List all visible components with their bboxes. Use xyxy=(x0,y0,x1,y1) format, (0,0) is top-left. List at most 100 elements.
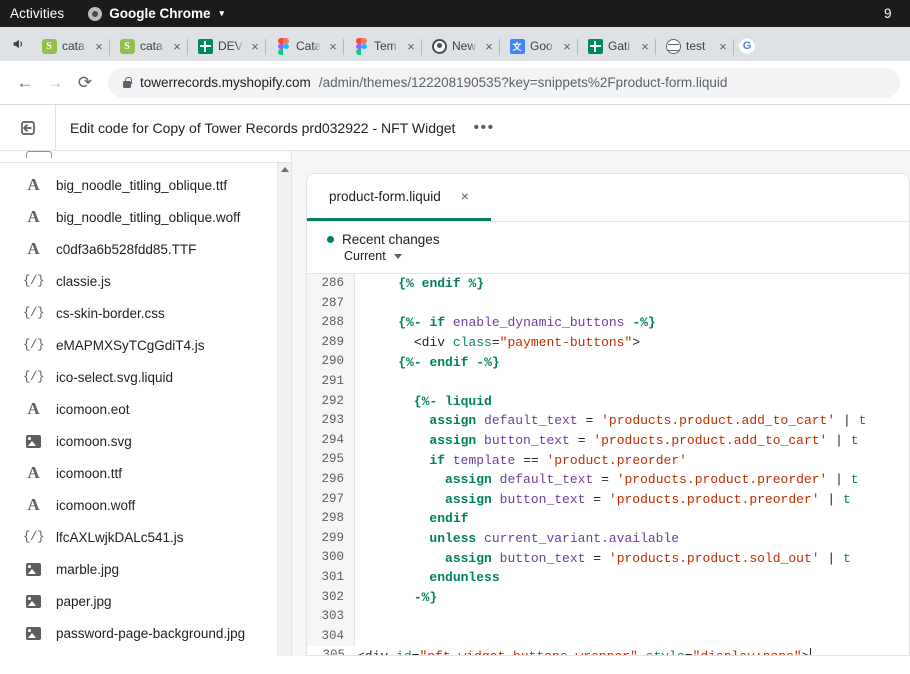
file-list-item[interactable]: {/} qikify-tmenu-data.js xyxy=(0,649,291,656)
system-clock[interactable]: 9 xyxy=(884,0,906,27)
line-number: 298 xyxy=(307,509,355,529)
image-file-icon xyxy=(24,627,43,640)
shopify-icon: S xyxy=(119,38,135,54)
file-name: eMAPMXSyTCgGdiT4.js xyxy=(56,338,205,353)
file-name: icomoon.ttf xyxy=(56,466,122,481)
file-list-item[interactable]: A icomoon.ttf xyxy=(0,457,291,489)
file-name: icomoon.woff xyxy=(56,498,135,513)
gnome-top-bar: Activities Google Chrome ▾ 9 xyxy=(0,0,910,27)
browser-tab[interactable]: Cata × xyxy=(266,31,344,61)
code-text: if template == 'product.preorder' xyxy=(355,453,687,468)
file-name: cs-skin-border.css xyxy=(56,306,165,321)
address-bar[interactable]: towerrecords.myshopify.com/admin/themes/… xyxy=(108,68,900,98)
browser-tab[interactable]: S cata × xyxy=(32,31,110,61)
scroll-up-icon[interactable] xyxy=(281,167,289,172)
file-list-item[interactable]: {/} cs-skin-border.css xyxy=(0,297,291,329)
file-list-item[interactable]: icomoon.svg xyxy=(0,425,291,457)
image-file-icon xyxy=(24,435,43,448)
code-line: 304 xyxy=(307,627,909,647)
close-icon[interactable]: × xyxy=(326,39,340,54)
close-icon[interactable]: × xyxy=(92,39,106,54)
sidebar-scrollbar[interactable] xyxy=(277,163,291,656)
close-icon[interactable]: × xyxy=(461,188,469,204)
file-list-item[interactable]: password-page-background.jpg xyxy=(0,617,291,649)
browser-tab[interactable]: DEV × xyxy=(188,31,266,61)
code-text: assign button_text = 'products.product.p… xyxy=(355,492,851,507)
reload-button[interactable]: ⟳ xyxy=(70,68,100,98)
font-file-icon: A xyxy=(24,463,43,483)
exit-to-admin-icon[interactable] xyxy=(0,105,56,151)
chrome-logo-icon xyxy=(88,7,102,21)
version-selector[interactable]: Current xyxy=(344,249,909,263)
close-icon[interactable]: × xyxy=(716,39,730,54)
close-icon[interactable]: × xyxy=(248,39,262,54)
code-text: {%- endif -%} xyxy=(355,355,500,370)
image-file-icon xyxy=(24,563,43,576)
file-list-item[interactable]: {/} eMAPMXSyTCgGdiT4.js xyxy=(0,329,291,361)
file-list-item[interactable]: paper.jpg xyxy=(0,585,291,617)
code-text: assign button_text = 'products.product.a… xyxy=(355,433,859,448)
line-number: 300 xyxy=(307,548,355,568)
browser-tab[interactable]: test × xyxy=(656,31,734,61)
code-text: endif xyxy=(355,511,468,526)
code-line: 303 xyxy=(307,607,909,627)
code-line: 301 endunless xyxy=(307,568,909,588)
browser-tab[interactable]: Gati × xyxy=(578,31,656,61)
forward-button[interactable]: → xyxy=(40,68,70,98)
close-icon[interactable]: × xyxy=(560,39,574,54)
back-button[interactable]: ← xyxy=(10,68,40,98)
ghost-icon xyxy=(431,38,447,54)
chevron-down-icon xyxy=(394,254,402,259)
admin-header: Edit code for Copy of Tower Records prd0… xyxy=(0,105,910,151)
code-line: 294 assign button_text = 'products.produ… xyxy=(307,431,909,451)
code-text: assign default_text = 'products.product.… xyxy=(355,472,859,487)
browser-tab[interactable]: S cata × xyxy=(110,31,188,61)
close-icon[interactable]: × xyxy=(170,39,184,54)
editor-tab-label: product-form.liquid xyxy=(329,189,441,204)
more-actions-button[interactable]: ••• xyxy=(473,123,494,133)
file-name: big_noodle_titling_oblique.woff xyxy=(56,210,240,225)
speaker-icon[interactable] xyxy=(4,27,32,61)
close-icon[interactable]: × xyxy=(482,39,496,54)
tab-title: Goo xyxy=(530,39,555,53)
recent-changes-row[interactable]: Recent changes xyxy=(327,232,909,247)
browser-tab-partial[interactable] xyxy=(734,31,760,61)
line-number: 286 xyxy=(307,274,355,294)
file-list-item[interactable]: {/} classie.js xyxy=(0,265,291,297)
file-list-item[interactable]: A big_noodle_titling_oblique.woff xyxy=(0,201,291,233)
file-list-item[interactable]: marble.jpg xyxy=(0,553,291,585)
code-line: 302 -%} xyxy=(307,588,909,608)
code-file-icon: {/} xyxy=(24,530,43,544)
file-name: icomoon.eot xyxy=(56,402,130,417)
line-number: 294 xyxy=(307,431,355,451)
google-icon xyxy=(739,38,755,54)
activities-button[interactable]: Activities xyxy=(0,6,78,21)
close-icon[interactable]: × xyxy=(638,39,652,54)
figma-icon xyxy=(275,38,291,54)
line-number: 293 xyxy=(307,411,355,431)
tab-product-form-liquid[interactable]: product-form.liquid × xyxy=(307,174,491,221)
file-list-item[interactable]: A icomoon.woff xyxy=(0,489,291,521)
file-list-item[interactable]: {/} ico-select.svg.liquid xyxy=(0,361,291,393)
file-list-item[interactable]: A big_noodle_titling_oblique.ttf xyxy=(0,169,291,201)
font-file-icon: A xyxy=(24,239,43,259)
line-number: 289 xyxy=(307,333,355,353)
code-file-icon: {/} xyxy=(24,370,43,384)
browser-tab[interactable]: Tem × xyxy=(344,31,422,61)
code-content[interactable]: 286 {% endif %} 287 288 {%- if enable_dy… xyxy=(307,274,909,656)
tab-title: Cata xyxy=(296,39,321,53)
line-number: 292 xyxy=(307,392,355,412)
file-list-item[interactable]: A c0df3a6b528fdd85.TTF xyxy=(0,233,291,265)
browser-tab[interactable]: 文 Goo × xyxy=(500,31,578,61)
editor-tab-bar: product-form.liquid × xyxy=(307,174,909,222)
file-sidebar: A big_noodle_titling_oblique.ttf A big_n… xyxy=(0,151,292,656)
file-list-item[interactable]: A icomoon.eot xyxy=(0,393,291,425)
file-name: password-page-background.jpg xyxy=(56,626,245,641)
code-file-icon: {/} xyxy=(24,274,43,288)
active-app-menu[interactable]: Google Chrome ▾ xyxy=(88,6,224,21)
browser-tab[interactable]: New × xyxy=(422,31,500,61)
file-list-item[interactable]: {/} lfcAXLwjkDALc541.js xyxy=(0,521,291,553)
close-icon[interactable]: × xyxy=(404,39,418,54)
tab-title: cata xyxy=(62,39,87,53)
google-translate-icon: 文 xyxy=(509,38,525,54)
